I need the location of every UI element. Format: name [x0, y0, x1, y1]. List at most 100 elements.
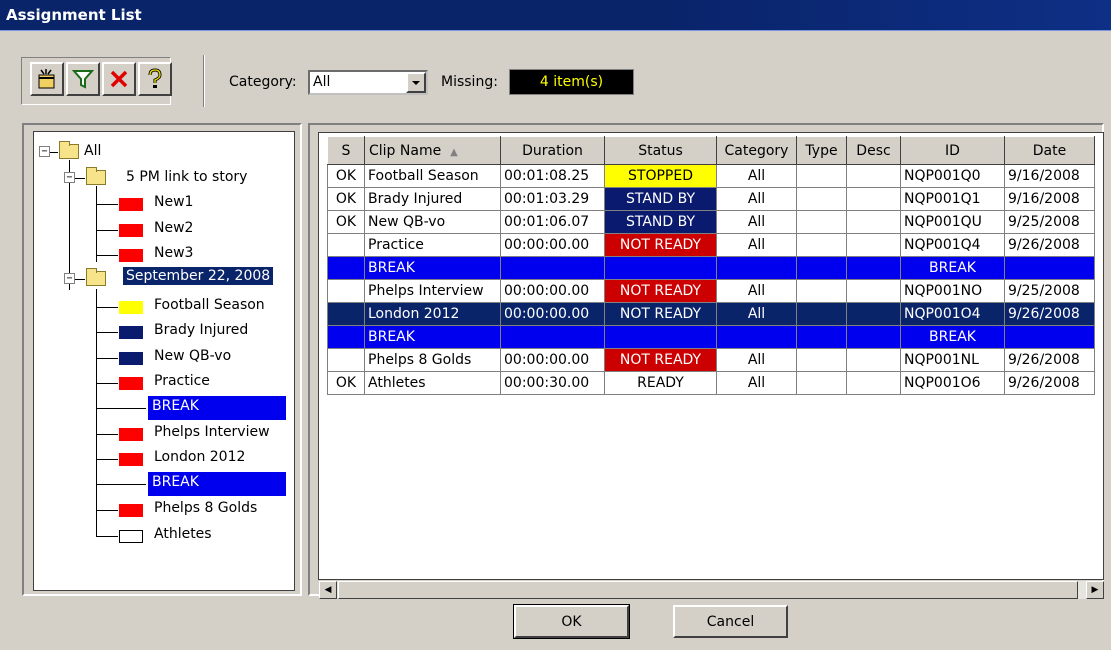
- cell-date: [1004, 325, 1095, 349]
- table-row-break[interactable]: BREAK BREAK: [327, 325, 1095, 349]
- category-dropdown-button[interactable]: [406, 72, 426, 93]
- cell-id: BREAK: [900, 256, 1005, 280]
- sort-ascending-icon: ▲: [450, 146, 458, 158]
- cell-category: All: [716, 302, 797, 326]
- ok-button[interactable]: OK: [513, 604, 630, 639]
- tree-connector: [96, 358, 118, 359]
- cell-id: NQP001NL: [900, 348, 1005, 372]
- table-row[interactable]: Phelps 8 Golds 00:00:00.00 NOT READY All…: [327, 348, 1095, 372]
- cell-desc: [846, 210, 901, 234]
- cell-duration: 00:00:30.00: [500, 371, 605, 395]
- column-header-date[interactable]: Date: [1004, 136, 1095, 165]
- column-header-desc[interactable]: Desc: [846, 136, 901, 165]
- cell-s: [327, 348, 365, 372]
- tree-connector: [96, 332, 118, 333]
- cell-type: [796, 348, 847, 372]
- cell-duration: 00:00:00.00: [500, 302, 605, 326]
- column-header-status[interactable]: Status: [604, 136, 717, 165]
- cell-desc: [846, 279, 901, 303]
- cell-clip-name: Athletes: [364, 371, 501, 395]
- collapse-root-icon[interactable]: −: [39, 146, 50, 157]
- cell-category: All: [716, 348, 797, 372]
- table-row[interactable]: OK Brady Injured 00:01:03.29 STAND BY Al…: [327, 187, 1095, 211]
- red-square-icon: [119, 453, 143, 466]
- assignment-tree[interactable]: − All − 5 PM link to story New1 New2 New…: [33, 131, 295, 591]
- cell-date: 9/26/2008: [1004, 371, 1095, 395]
- tree-connector: [96, 408, 146, 409]
- collapse-group2-icon[interactable]: −: [64, 273, 75, 284]
- folder-icon: [86, 167, 106, 185]
- help-icon: [148, 68, 162, 88]
- tree-root-label[interactable]: All: [84, 143, 101, 159]
- tree-item[interactable]: Athletes: [154, 526, 212, 542]
- scroll-right-button[interactable]: ▶: [1086, 581, 1104, 599]
- horizontal-scrollbar[interactable]: ◀ ▶: [319, 581, 1104, 599]
- cell-desc: [846, 302, 901, 326]
- tree-connector: [96, 186, 97, 262]
- tree-connector: [96, 536, 118, 537]
- column-header-id[interactable]: ID: [900, 136, 1005, 165]
- red-square-icon: [119, 377, 143, 390]
- table-row[interactable]: Practice 00:00:00.00 NOT READY All NQP00…: [327, 233, 1095, 257]
- new-item-button[interactable]: [30, 62, 64, 96]
- cell-s: OK: [327, 187, 365, 211]
- cancel-button[interactable]: Cancel: [673, 605, 788, 638]
- cell-desc: [846, 164, 901, 188]
- tree-item[interactable]: Phelps 8 Golds: [154, 500, 257, 516]
- cell-date: 9/16/2008: [1004, 187, 1095, 211]
- scroll-left-button[interactable]: ◀: [319, 581, 337, 599]
- tree-item[interactable]: Practice: [154, 373, 210, 389]
- tree-item[interactable]: Phelps Interview: [154, 424, 270, 440]
- assignment-grid[interactable]: S Clip Name ▲ Duration Status Category T…: [318, 132, 1104, 580]
- tree-break-item[interactable]: BREAK: [148, 472, 286, 496]
- cell-clip-name: New QB-vo: [364, 210, 501, 234]
- cell-status: [604, 325, 717, 349]
- cell-clip-name: BREAK: [364, 325, 501, 349]
- column-header-category[interactable]: Category: [716, 136, 797, 165]
- cell-date: 9/26/2008: [1004, 348, 1095, 372]
- tree-item[interactable]: New3: [154, 245, 193, 261]
- new-item-icon: [38, 69, 55, 89]
- column-header-s[interactable]: S: [327, 136, 365, 165]
- column-header-clip-name[interactable]: Clip Name ▲: [364, 136, 501, 165]
- cell-category: All: [716, 187, 797, 211]
- cell-type: [796, 325, 847, 349]
- tree-group1-label[interactable]: 5 PM link to story: [126, 169, 247, 185]
- cell-clip-name: London 2012: [364, 302, 501, 326]
- chevron-down-icon: [412, 80, 420, 85]
- help-button[interactable]: [138, 62, 172, 96]
- folder-open-icon: [86, 268, 106, 286]
- table-row-selected[interactable]: London 2012 00:00:00.00 NOT READY All NQ…: [327, 302, 1095, 326]
- tree-item[interactable]: New QB-vo: [154, 348, 231, 364]
- table-row-break[interactable]: BREAK BREAK: [327, 256, 1095, 280]
- cell-id: NQP001O6: [900, 371, 1005, 395]
- cell-type: [796, 187, 847, 211]
- missing-label: Missing:: [441, 74, 498, 90]
- collapse-group1-icon[interactable]: −: [64, 172, 75, 183]
- column-header-duration[interactable]: Duration: [500, 136, 605, 165]
- cell-s: OK: [327, 210, 365, 234]
- cell-clip-name: BREAK: [364, 256, 501, 280]
- tree-item[interactable]: London 2012: [154, 449, 245, 465]
- delete-button[interactable]: [102, 62, 136, 96]
- tree-item[interactable]: Brady Injured: [154, 322, 248, 338]
- column-header-clip-name-label: Clip Name: [369, 142, 442, 159]
- tree-break-item[interactable]: BREAK: [148, 396, 286, 420]
- column-header-type[interactable]: Type: [796, 136, 847, 165]
- scrollbar-thumb[interactable]: [338, 581, 1078, 599]
- table-row[interactable]: OK New QB-vo 00:01:06.07 STAND BY All NQ…: [327, 210, 1095, 234]
- table-row[interactable]: Phelps Interview 00:00:00.00 NOT READY A…: [327, 279, 1095, 303]
- category-select[interactable]: All: [308, 70, 428, 95]
- assignment-list-window: Assignment List Category: All Missing: 4…: [0, 0, 1111, 650]
- cell-category: [716, 325, 797, 349]
- cell-date: 9/26/2008: [1004, 302, 1095, 326]
- tree-group2-label[interactable]: September 22, 2008: [123, 267, 274, 285]
- red-square-icon: [119, 504, 143, 517]
- table-row[interactable]: OK Athletes 00:00:30.00 READY All NQP001…: [327, 371, 1095, 395]
- filter-button[interactable]: [66, 62, 100, 96]
- tree-item[interactable]: New1: [154, 194, 193, 210]
- tree-item[interactable]: New2: [154, 220, 193, 236]
- tree-item[interactable]: Football Season: [154, 297, 265, 313]
- filter-icon: [72, 70, 94, 89]
- table-row[interactable]: OK Football Season 00:01:08.25 STOPPED A…: [327, 164, 1095, 188]
